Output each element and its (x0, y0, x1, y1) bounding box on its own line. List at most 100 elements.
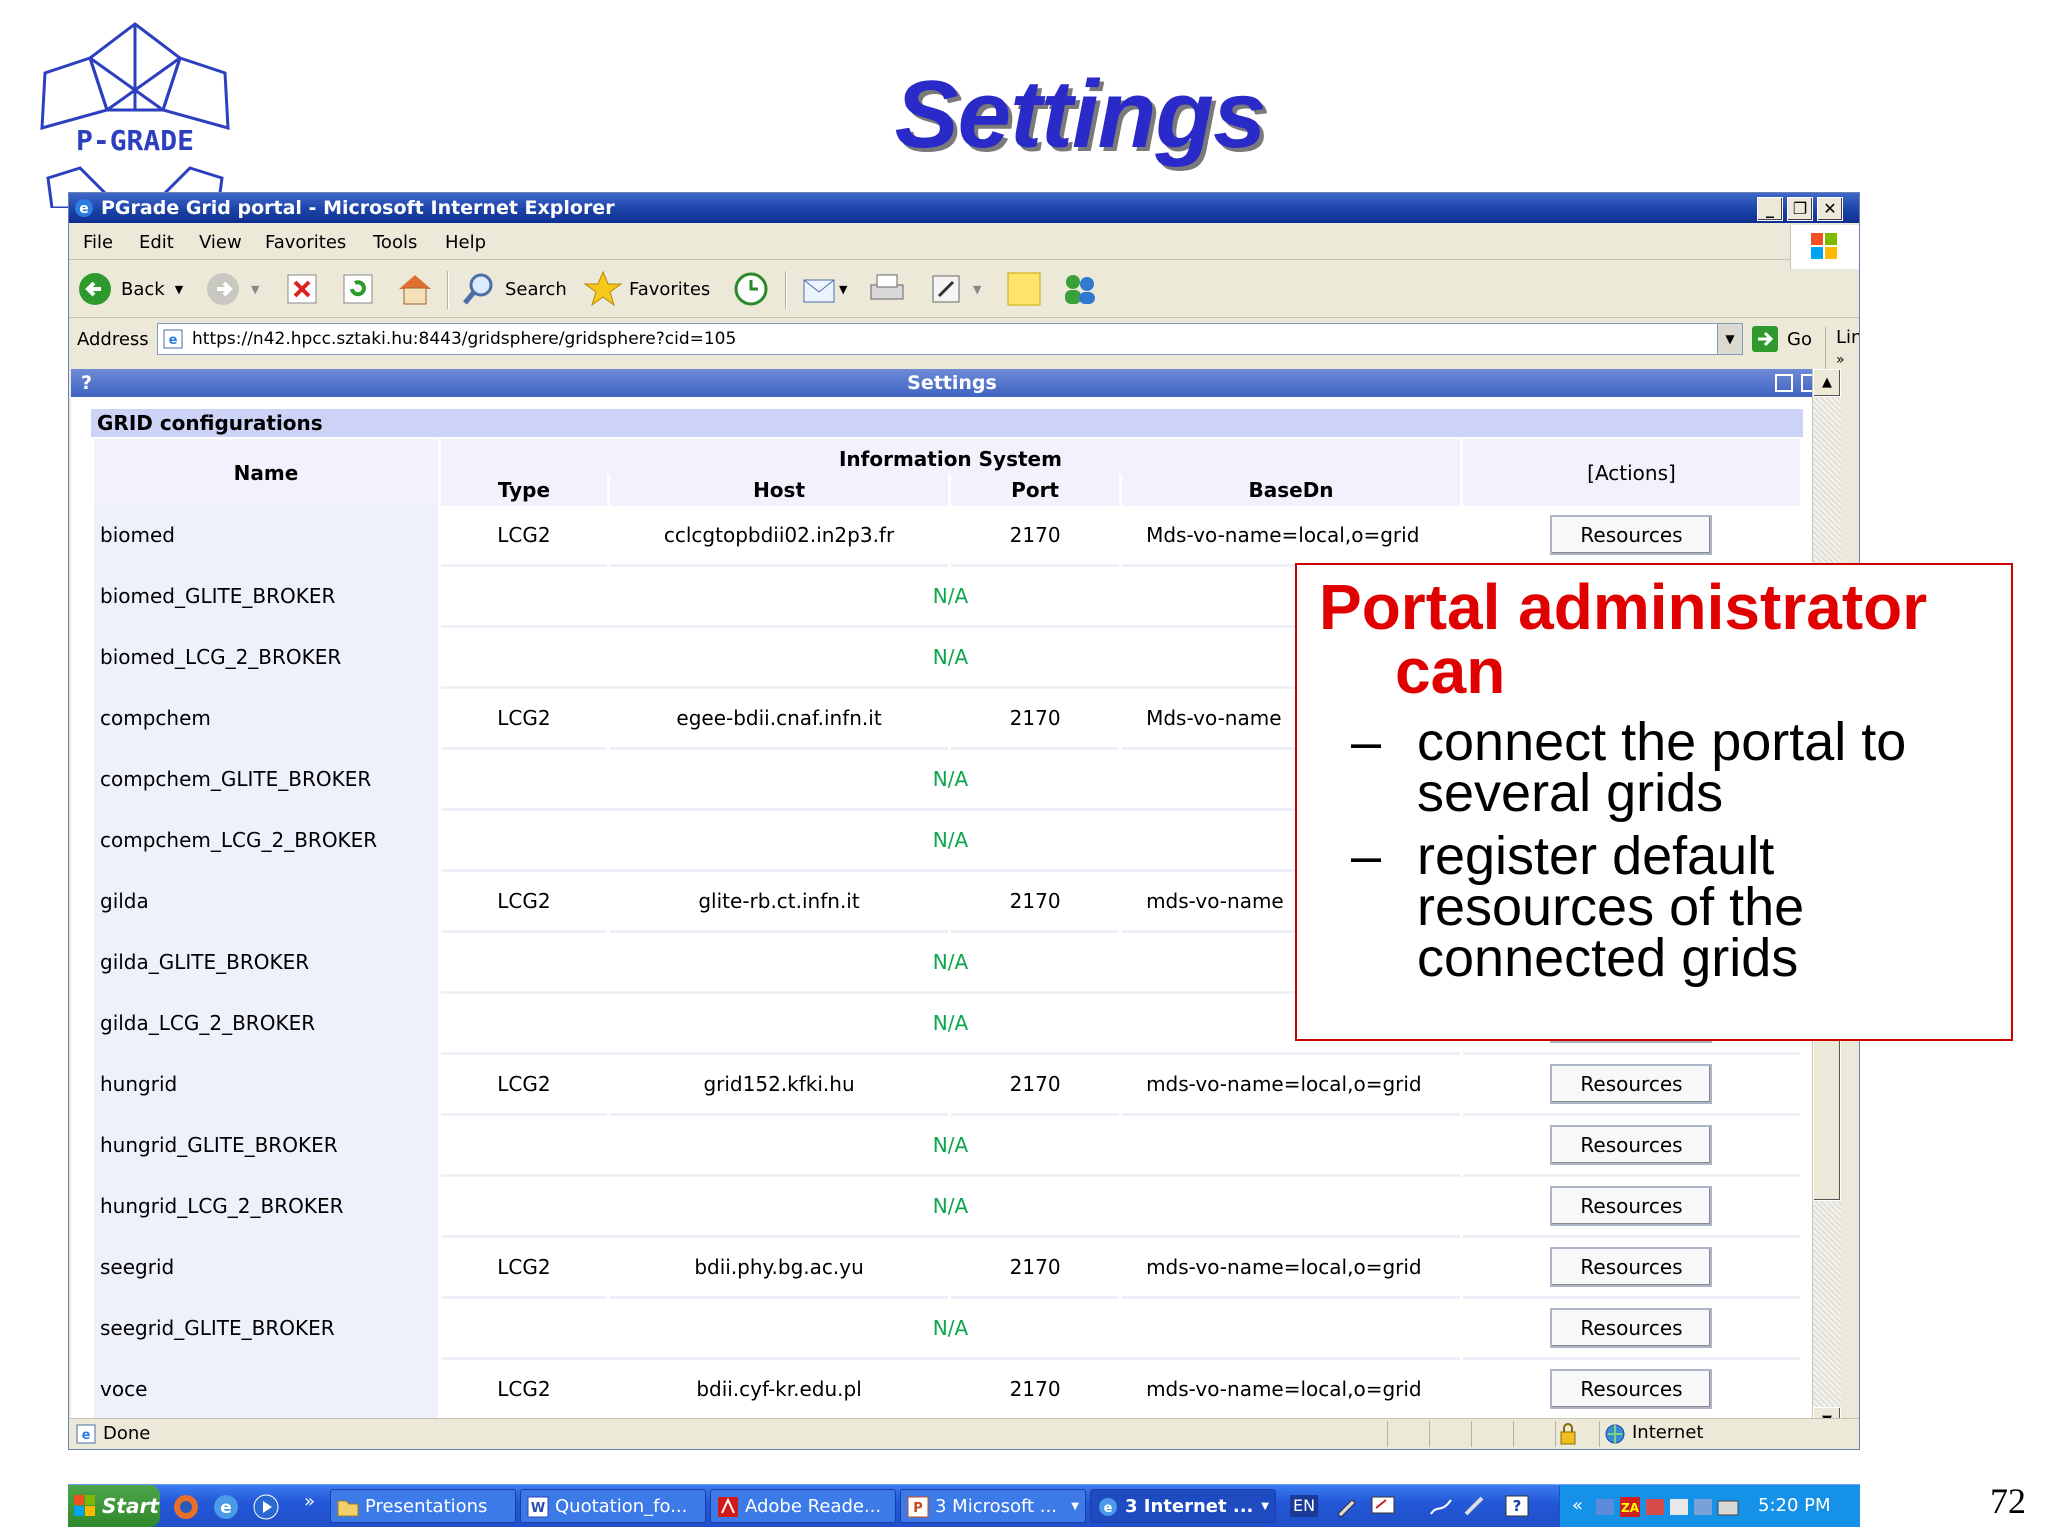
menu-tools[interactable]: Tools (373, 232, 417, 253)
print-button[interactable] (867, 271, 907, 307)
messenger-button[interactable] (1059, 271, 1101, 307)
grid-name-cell: hungrid_LCG_2_BROKER (94, 1177, 438, 1238)
address-label: Address (77, 329, 149, 350)
status-bar: e Done Internet (69, 1418, 1859, 1449)
media-player-icon[interactable] (252, 1493, 280, 1521)
address-bar: Address e https://n42.hpcc.sztaki.hu:844… (69, 319, 1859, 369)
resources-button[interactable]: Resources (1550, 1247, 1713, 1287)
address-dropdown-icon[interactable]: ▼ (1717, 324, 1742, 354)
grid-name-cell: compchem_LCG_2_BROKER (94, 811, 438, 872)
mail-icon (803, 279, 835, 303)
menu-file[interactable]: File (83, 232, 113, 253)
table-row: seegrid_GLITE_BROKER N/A Resources (94, 1299, 1800, 1360)
search-button[interactable]: Search (461, 271, 567, 307)
grid-name-cell: compchem_GLITE_BROKER (94, 750, 438, 811)
edit-page-icon (932, 275, 960, 303)
menu-view[interactable]: View (199, 232, 242, 253)
svg-text:P: P (913, 1501, 923, 1516)
host-cell: bdii.cyf-kr.edu.pl (609, 1360, 949, 1421)
restore-button[interactable]: ❐ (1787, 197, 1813, 221)
actions-cell: Resources (1462, 506, 1800, 567)
resources-button[interactable]: Resources (1550, 1064, 1713, 1104)
menu-favorites[interactable]: Favorites (265, 232, 346, 253)
task-quotation[interactable]: W Quotation_fo... (520, 1489, 706, 1523)
basedn-cell: Mds-vo-name=local,o=grid (1122, 506, 1460, 567)
links-button[interactable]: Links » (1825, 327, 1859, 369)
actions-cell: Resources (1462, 1360, 1800, 1421)
resources-button[interactable]: Resources (1550, 515, 1713, 555)
na-cell: N/A (440, 1116, 1460, 1177)
host-cell: cclcgtopbdii02.in2p3.fr (609, 506, 949, 567)
grid-name-cell: hungrid_GLITE_BROKER (94, 1116, 438, 1177)
favorites-button[interactable]: Favorites (583, 270, 710, 307)
edit-dropdown-icon[interactable]: ▼ (973, 283, 981, 296)
start-button[interactable]: Start (68, 1485, 160, 1527)
minimize-button[interactable]: _ (1757, 197, 1783, 221)
grid-name-cell: seegrid (94, 1238, 438, 1299)
col-name: Name (94, 439, 438, 506)
svg-text:e: e (79, 201, 89, 217)
actions-cell: Resources (1462, 1238, 1800, 1299)
handwriting-icon[interactable] (1428, 1494, 1454, 1518)
minimize-portlet-icon[interactable] (1775, 374, 1793, 392)
svg-text:?: ? (1513, 1497, 1522, 1515)
menu-edit[interactable]: Edit (139, 232, 174, 253)
edit-button[interactable]: ▼ (929, 271, 981, 307)
page-number: 72 (1990, 1481, 2026, 1521)
task-group-dropdown-icon: ▼ (1071, 1501, 1079, 1512)
resources-button[interactable]: Resources (1550, 1186, 1713, 1226)
resources-button[interactable]: Resources (1550, 1125, 1713, 1165)
port-cell: 2170 (951, 1055, 1120, 1116)
port-cell: 2170 (951, 689, 1120, 750)
firefox-icon[interactable] (172, 1493, 200, 1521)
menu-help[interactable]: Help (445, 232, 486, 253)
tray-expand-icon[interactable]: « (1572, 1485, 1583, 1527)
adobe-icon (718, 1497, 738, 1517)
status-text: Done (103, 1423, 151, 1444)
mail-button[interactable]: ▼ (801, 271, 847, 307)
resources-button[interactable]: Resources (1550, 1308, 1713, 1348)
refresh-icon (343, 274, 373, 304)
task-presentations[interactable]: Presentations (330, 1489, 516, 1523)
pen-icon[interactable] (1334, 1494, 1358, 1518)
stop-button[interactable] (285, 271, 319, 307)
col-basedn: BaseDn (1122, 474, 1460, 506)
type-cell: LCG2 (440, 1360, 607, 1421)
back-dropdown-icon[interactable]: ▼ (175, 283, 183, 296)
refresh-button[interactable] (341, 271, 375, 307)
help-tray-icon[interactable]: ? (1504, 1494, 1530, 1518)
task-internet[interactable]: e 3 Internet ... ▼ (1090, 1489, 1276, 1523)
task-adobe-reader[interactable]: Adobe Reade... (710, 1489, 896, 1523)
resources-button[interactable]: Resources (1550, 1369, 1713, 1409)
language-indicator[interactable]: EN (1290, 1495, 1319, 1517)
task-microsoft[interactable]: P 3 Microsoft ... ▼ (900, 1489, 1086, 1523)
home-icon (399, 275, 431, 305)
title-bar[interactable]: e PGrade Grid portal - Microsoft Interne… (69, 193, 1859, 223)
home-button[interactable] (395, 271, 435, 307)
ie-quicklaunch-icon[interactable]: e (212, 1493, 240, 1521)
input-panel-icon[interactable] (1370, 1494, 1396, 1518)
tray-app-icons[interactable]: ZA (1594, 1495, 1744, 1519)
mail-dropdown-icon[interactable]: ▼ (839, 283, 847, 296)
section-title: GRID configurations (91, 409, 1803, 437)
host-cell: bdii.phy.bg.ac.yu (609, 1238, 949, 1299)
scroll-up-icon[interactable]: ▲ (1813, 369, 1841, 397)
table-row: voce LCG2 bdii.cyf-kr.edu.pl 2170 mds-vo-nam… (94, 1360, 1800, 1421)
back-button[interactable]: Back ▼ (77, 271, 183, 307)
tools-icon[interactable] (1462, 1494, 1488, 1518)
forward-dropdown-icon[interactable]: ▼ (251, 283, 259, 296)
actions-cell: Resources (1462, 1055, 1800, 1116)
forward-button[interactable]: ▼ (205, 271, 259, 307)
discuss-button[interactable] (1005, 271, 1043, 307)
back-arrow-icon (79, 273, 111, 305)
table-row: hungrid_GLITE_BROKER N/A Resources (94, 1116, 1800, 1177)
quicklaunch-more-icon[interactable]: » (304, 1491, 315, 1512)
port-cell: 2170 (951, 1360, 1120, 1421)
close-button[interactable]: ✕ (1817, 197, 1843, 221)
table-row: hungrid_LCG_2_BROKER N/A Resources (94, 1177, 1800, 1238)
help-icon[interactable]: ? (81, 369, 92, 397)
col-type: Type (440, 474, 607, 506)
address-input[interactable]: e https://n42.hpcc.sztaki.hu:8443/gridsp… (157, 323, 1743, 355)
history-button[interactable] (733, 271, 769, 307)
go-button[interactable]: Go (1751, 325, 1812, 353)
